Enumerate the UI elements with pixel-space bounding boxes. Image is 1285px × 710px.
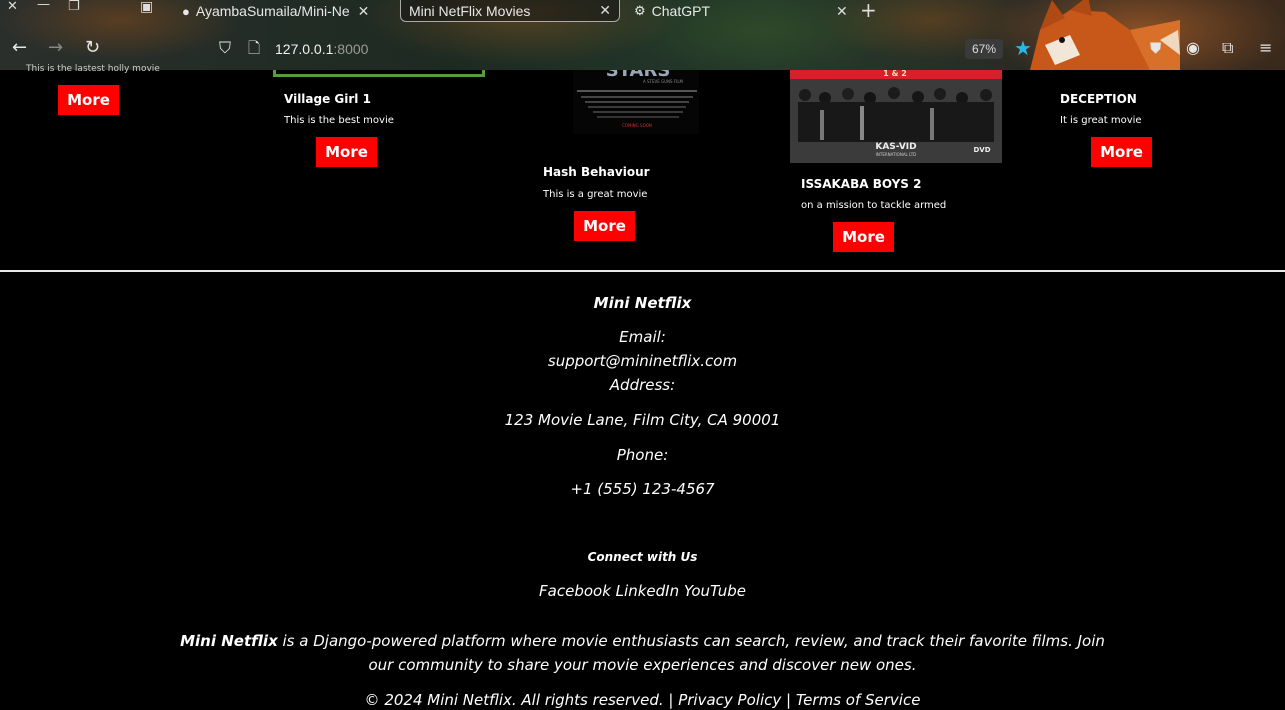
poster-credit-text: A STEVE GUNS FILM [643, 79, 684, 84]
url-port: :8000 [333, 41, 369, 57]
page-icon[interactable]: 🗋 [248, 38, 260, 58]
tab-overview-icon[interactable]: ▣ [140, 0, 153, 14]
movie-poster[interactable]: STARS A STEVE GUNS FILM COMING SOON [533, 70, 743, 150]
separator: | [786, 691, 792, 709]
connect-heading: Connect with Us [587, 550, 698, 564]
copyright-line: © 2024 Mini Netflix. All rights reserved… [0, 691, 1285, 709]
movie-description: This is the lastest holly movie [26, 64, 160, 74]
movie-poster[interactable] [273, 70, 485, 77]
close-window-icon[interactable]: ✕ [7, 0, 18, 14]
account-icon[interactable]: ◉ [1186, 38, 1200, 58]
email-label: Email: [619, 328, 666, 346]
about-text: Mini Netflix is a Django-powered platfor… [0, 632, 1285, 650]
movie-poster[interactable]: 1 & 2 KAS-VID INTERNATIONAL LTD DVD [790, 70, 1002, 163]
linkedin-link[interactable]: LinkedIn [616, 582, 679, 600]
tab-chatgpt[interactable]: ⚙ ChatGPT ✕ [634, 0, 848, 22]
movie-title: Hash Behaviour [543, 165, 650, 179]
movie-description: It is great movie [1060, 115, 1142, 126]
tab-label: Mini NetFlix Movies [409, 2, 531, 19]
extensions-icon[interactable]: ⧉ [1222, 38, 1233, 58]
browser-chrome: ✕ — ❐ ▣ ● AyambaSumaila/Mini-Ne ✕ Mini N… [0, 0, 1285, 70]
more-button[interactable]: More [833, 222, 894, 252]
nav-bar: ← → ↻ ⛉ 🗋 127.0.0.1:8000 67% ★ ⛊ ◉ ⧉ ≡ [0, 34, 1285, 64]
restore-window-icon[interactable]: ❐ [68, 0, 80, 14]
github-icon: ● [182, 3, 190, 19]
back-arrow-icon[interactable]: ← [12, 38, 27, 58]
poster-dvd-text: DVD [973, 146, 990, 154]
phone-value: +1 (555) 123-4567 [570, 480, 715, 498]
more-button[interactable]: More [58, 85, 119, 115]
movie-description: on a mission to tackle armed [801, 200, 947, 211]
movie-description: This is the best movie [284, 115, 394, 126]
movie-description: This is a great movie [543, 189, 648, 200]
copyright-text: © 2024 Mini Netflix. All rights reserved… [364, 691, 674, 709]
zoom-level[interactable]: 67% [965, 39, 1004, 59]
about-text-2: our community to share your movie experi… [368, 656, 917, 674]
forward-arrow-icon[interactable]: → [48, 38, 63, 58]
tab-github[interactable]: ● AyambaSumaila/Mini-Ne ✕ [182, 0, 369, 22]
poster-company-text: INTERNATIONAL LTD [876, 152, 917, 157]
youtube-link[interactable]: YouTube [684, 582, 746, 600]
chatgpt-icon: ⚙ [634, 3, 646, 18]
movie-title: ISSAKABA BOYS 2 [801, 177, 922, 191]
about-text-1: is a Django-powered platform where movie… [277, 632, 1105, 650]
menu-icon[interactable]: ≡ [1259, 38, 1272, 58]
movie-title: DECEPTION [1060, 92, 1137, 106]
movie-grid: This is the lastest holly movie More Vil… [0, 64, 1285, 270]
phone-label: Phone: [616, 446, 669, 464]
poster-number-text: 1 & 2 [883, 70, 907, 78]
shield-icon[interactable]: ⛉ [219, 38, 231, 58]
minimize-window-icon[interactable]: — [37, 0, 50, 12]
close-tab-icon[interactable]: ✕ [358, 3, 370, 20]
url-host: 127.0.0.1 [275, 41, 334, 57]
address-label: Address: [609, 376, 676, 394]
close-tab-icon[interactable]: ✕ [836, 3, 848, 20]
more-button[interactable]: More [316, 137, 377, 167]
social-links: Facebook LinkedIn YouTube [0, 582, 1285, 600]
more-button[interactable]: More [1091, 137, 1152, 167]
poster-coming-text: COMING SOON [622, 123, 652, 128]
url-bar[interactable]: 127.0.0.1:8000 [275, 41, 368, 57]
tab-label: AyambaSumaila/Mini-Ne [195, 3, 350, 19]
address-value: 123 Movie Lane, Film City, CA 90001 [504, 411, 781, 429]
movie-title: Village Girl 1 [284, 92, 371, 106]
new-tab-icon[interactable]: + [860, 0, 877, 22]
close-tab-icon[interactable]: ✕ [599, 2, 611, 19]
facebook-link[interactable]: Facebook [539, 582, 611, 600]
about-brand: Mini Netflix [180, 632, 278, 650]
pocket-icon[interactable]: ⛊ [1150, 38, 1161, 58]
privacy-policy-link[interactable]: Privacy Policy [678, 691, 781, 709]
footer-brand: Mini Netflix [593, 294, 692, 312]
poster-logo-text: KAS-VID [875, 142, 916, 152]
email-value: support@mininetflix.com [547, 352, 738, 370]
reload-icon[interactable]: ↻ [85, 38, 100, 58]
tab-mini-netflix[interactable]: Mini NetFlix Movies ✕ [400, 0, 620, 22]
terms-of-service-link[interactable]: Terms of Service [796, 691, 921, 709]
footer-divider [0, 270, 1285, 272]
tab-label: ChatGPT [651, 3, 711, 19]
more-button[interactable]: More [574, 211, 635, 241]
bookmark-star-icon[interactable]: ★ [1014, 36, 1032, 60]
